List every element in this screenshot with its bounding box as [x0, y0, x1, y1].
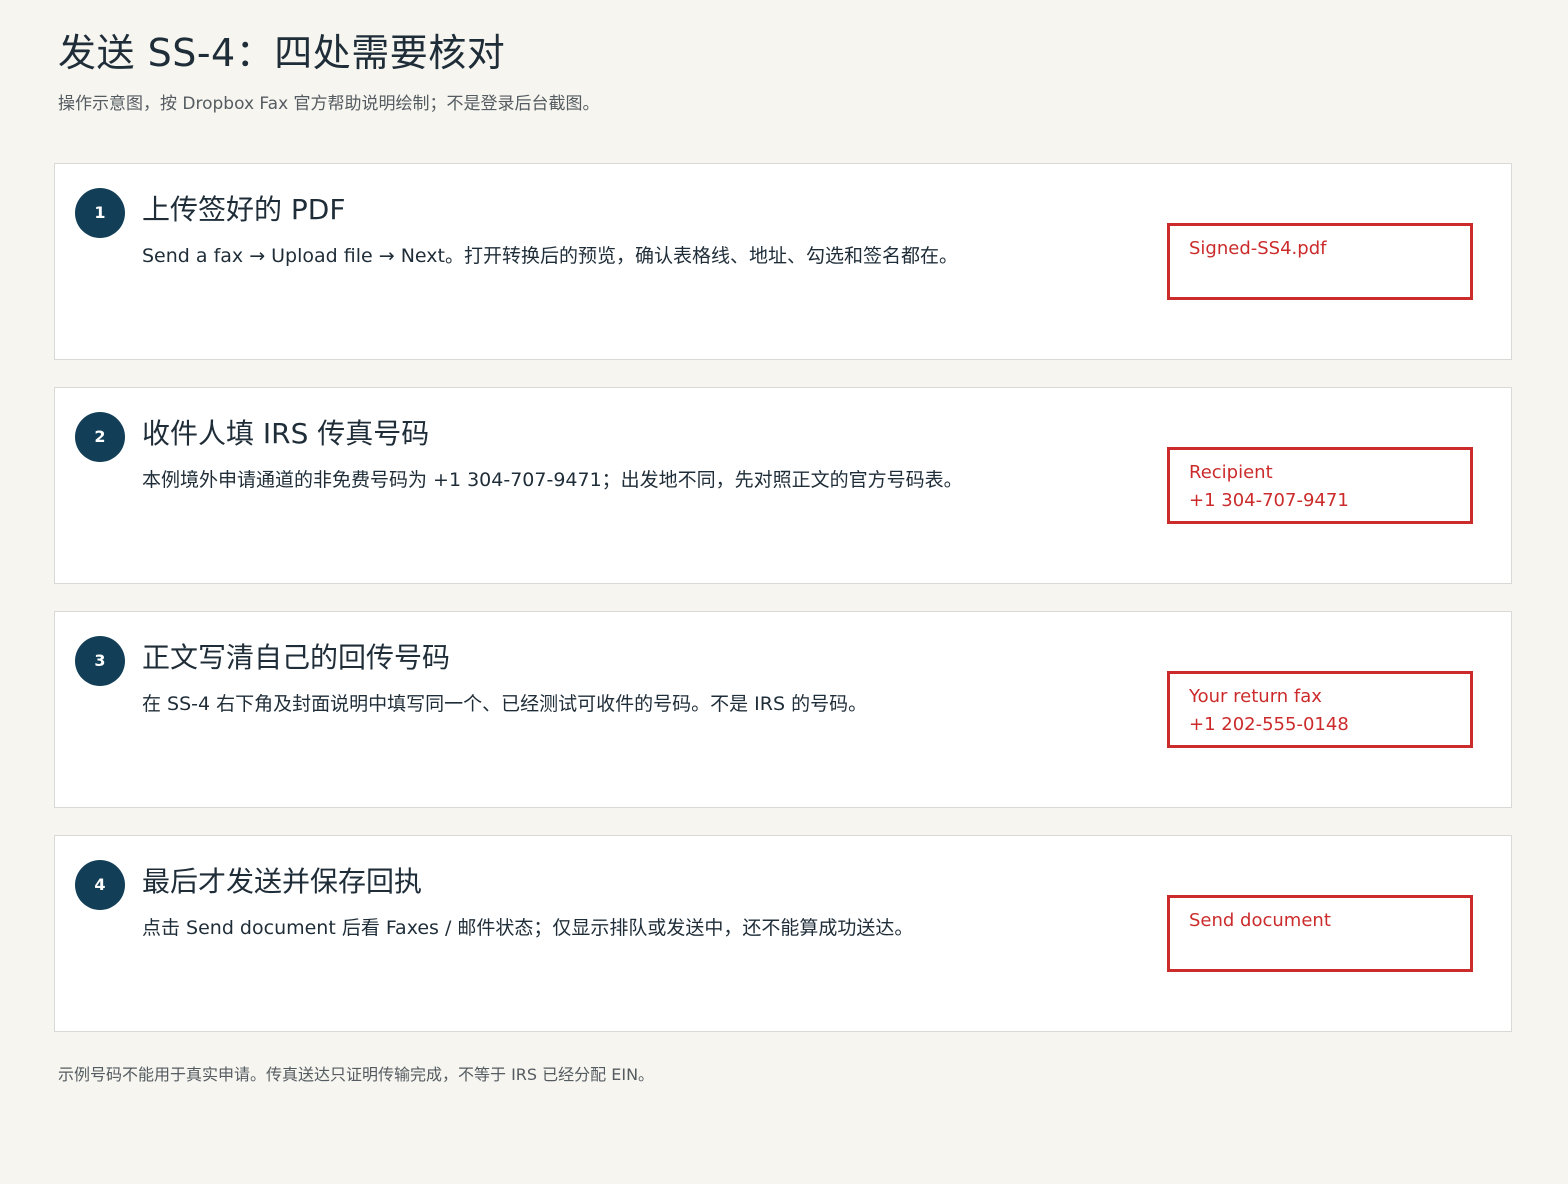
- step-title: 收件人填 IRS 传真号码: [142, 417, 430, 450]
- return-fax-field-highlight: Your return fax +1 202-555-0148: [1167, 671, 1473, 748]
- step-card-send: 4 最后才发送并保存回执 点击 Send document 后看 Faxes /…: [54, 835, 1512, 1032]
- upload-file-highlight: Signed-SS4.pdf: [1167, 223, 1473, 300]
- step-number-badge: 3: [75, 636, 125, 686]
- field-label: Signed-SS4.pdf: [1189, 238, 1327, 259]
- field-value: +1 304-707-9471: [1189, 490, 1349, 511]
- step-title: 上传签好的 PDF: [142, 193, 346, 226]
- step-number-badge: 2: [75, 412, 125, 462]
- page-title: 发送 SS-4：四处需要核对: [58, 31, 506, 75]
- step-description: 本例境外申请通道的非免费号码为 +1 304-707-9471；出发地不同，先对…: [142, 469, 963, 491]
- step-number-badge: 1: [75, 188, 125, 238]
- field-label: Recipient: [1189, 462, 1273, 483]
- field-label: Your return fax: [1189, 686, 1322, 707]
- step-card-upload: 1 上传签好的 PDF Send a fax → Upload file → N…: [54, 163, 1512, 360]
- step-number-badge: 4: [75, 860, 125, 910]
- step-title: 正文写清自己的回传号码: [142, 641, 451, 674]
- step-description: Send a fax → Upload file → Next。打开转换后的预览…: [142, 245, 958, 267]
- step-description: 在 SS-4 右下角及封面说明中填写同一个、已经测试可收件的号码。不是 IRS …: [142, 693, 868, 715]
- step-card-recipient: 2 收件人填 IRS 传真号码 本例境外申请通道的非免费号码为 +1 304-7…: [54, 387, 1512, 584]
- footer-note: 示例号码不能用于真实申请。传真送达只证明传输完成，不等于 IRS 已经分配 EI…: [58, 1065, 655, 1084]
- recipient-field-highlight: Recipient +1 304-707-9471: [1167, 447, 1473, 524]
- step-card-return-fax: 3 正文写清自己的回传号码 在 SS-4 右下角及封面说明中填写同一个、已经测试…: [54, 611, 1512, 808]
- field-label: Send document: [1189, 910, 1331, 931]
- field-value: +1 202-555-0148: [1189, 714, 1349, 735]
- page-subtitle: 操作示意图，按 Dropbox Fax 官方帮助说明绘制；不是登录后台截图。: [58, 94, 600, 114]
- step-title: 最后才发送并保存回执: [142, 865, 423, 898]
- send-document-highlight: Send document: [1167, 895, 1473, 972]
- step-description: 点击 Send document 后看 Faxes / 邮件状态；仅显示排队或发…: [142, 917, 914, 939]
